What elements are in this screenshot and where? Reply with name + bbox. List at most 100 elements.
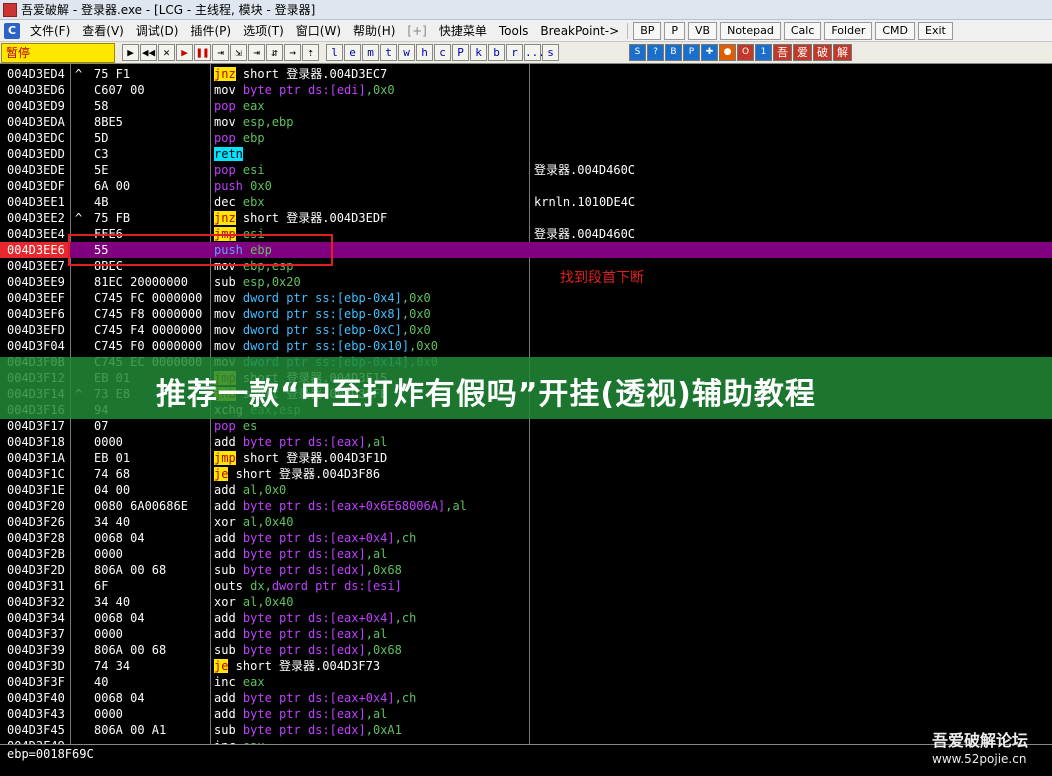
goto-button[interactable]: ⇡ (302, 44, 319, 61)
disasm-row[interactable]: 004D3EEF C745 FC 0000000 mov dword ptr ss:… (0, 290, 1052, 306)
disasm-row[interactable]: 004D3F20 0080 6A00686E add byte ptr ds:[ea… (0, 498, 1052, 514)
asm-cell: mov byte ptr ds:[edi],0x0 (214, 82, 528, 98)
quick-button[interactable]: CMD (875, 21, 916, 40)
plugin-icon[interactable]: ● (719, 44, 736, 61)
quick-button[interactable]: P (664, 21, 686, 40)
trace-into-button[interactable]: ⇥ (248, 44, 265, 61)
pause-button[interactable]: ❚❚ (194, 44, 211, 61)
disasm-row[interactable]: 004D3F40 0068 04 add byte ptr ds:[eax+0x4]… (0, 690, 1052, 706)
menu-plus[interactable]: [+] (401, 24, 432, 38)
plugin-icon[interactable]: O (737, 44, 754, 61)
disasm-row[interactable]: 004D3ED4 ^ 75 F1 jnz short 登录器.004D3EC7 (0, 66, 1052, 82)
menu-extra[interactable]: BreakPoint-> (534, 24, 625, 38)
address-cell: 004D3F20 (7, 499, 65, 513)
menu-item[interactable]: 帮助(H) (347, 22, 401, 39)
step-into-button[interactable]: ⇥ (212, 44, 229, 61)
disasm-row[interactable]: 004D3F2D 806A 00 68 sub byte ptr ds:[edx],… (0, 562, 1052, 578)
asm-cell: xor al,0x40 (214, 594, 528, 610)
disasm-row[interactable]: 004D3EDE 5E pop esi 登录器.004D460C (0, 162, 1052, 178)
disasm-row[interactable]: 004D3F26 34 40 xor al,0x40 (0, 514, 1052, 530)
view-button[interactable]: r (506, 44, 523, 61)
disasm-row[interactable]: 004D3F37 0000 add byte ptr ds:[eax],al (0, 626, 1052, 642)
view-button[interactable]: P (452, 44, 469, 61)
view-button[interactable]: t (380, 44, 397, 61)
menu-item[interactable]: 调试(D) (130, 22, 185, 39)
view-button[interactable]: k (470, 44, 487, 61)
disasm-row[interactable]: 004D3EDC 5D pop ebp (0, 130, 1052, 146)
view-button[interactable]: s (542, 44, 559, 61)
quick-button[interactable]: BP (633, 21, 662, 40)
disasm-row[interactable]: 004D3EE1 4B dec ebx krnln.1010DE4C (0, 194, 1052, 210)
asm-token: byte ptr (242, 499, 308, 513)
disasm-row[interactable]: 004D3ED9 58 pop eax (0, 98, 1052, 114)
address-cell: 004D3EE9 (7, 275, 65, 289)
disasm-row[interactable]: 004D3F2B 0000 add byte ptr ds:[eax],al (0, 546, 1052, 562)
disasm-row[interactable]: 004D3F1A EB 01 jmp short 登录器.004D3F1D (0, 450, 1052, 466)
address-cell: 004D3F37 (7, 627, 65, 641)
view-button[interactable]: ... (524, 44, 545, 61)
quick-button[interactable]: Exit (918, 21, 953, 40)
disasm-row[interactable]: 004D3F1C 74 68 je short 登录器.004D3F86 (0, 466, 1052, 482)
menu-item[interactable]: 查看(V) (76, 22, 130, 39)
disasm-row[interactable]: 004D3F43 0000 add byte ptr ds:[eax],al (0, 706, 1052, 722)
menu-item[interactable]: 插件(P) (184, 22, 237, 39)
execute-till-return-button[interactable]: → (284, 44, 301, 61)
plugin-icon[interactable]: S (629, 44, 646, 61)
disasm-row[interactable]: 004D3F34 0068 04 add byte ptr ds:[eax+0x4]… (0, 610, 1052, 626)
disasm-row[interactable]: 004D3F04 C745 F0 0000000 mov dword ptr ss:… (0, 338, 1052, 354)
disasm-row[interactable]: 004D3F39 806A 00 68 sub byte ptr ds:[edx],… (0, 642, 1052, 658)
disasm-row[interactable]: 004D3EFD C745 F4 0000000 mov dword ptr ss:… (0, 322, 1052, 338)
view-button[interactable]: e (344, 44, 361, 61)
asm-cell: retn (214, 146, 528, 162)
quick-button[interactable]: Calc (783, 21, 822, 40)
plugin-icon[interactable]: ? (647, 44, 664, 61)
play-button[interactable]: ▶ (176, 44, 193, 61)
menu-item[interactable]: 选项(T) (237, 22, 290, 39)
disasm-row[interactable]: 004D3EDD C3 retn (0, 146, 1052, 162)
view-button[interactable]: c (434, 44, 451, 61)
view-button[interactable]: h (416, 44, 433, 61)
view-button[interactable]: b (488, 44, 505, 61)
plugin-icon[interactable]: 1 (755, 44, 772, 61)
plugin-icon[interactable]: 解 (833, 44, 852, 61)
disasm-row[interactable]: 004D3EE2 ^ 75 FB jnz short 登录器.004D3EDF (0, 210, 1052, 226)
disasm-row[interactable]: 004D3F32 34 40 xor al,0x40 (0, 594, 1052, 610)
disasm-row[interactable]: 004D3F3D 74 34 je short 登录器.004D3F73 (0, 658, 1052, 674)
view-button[interactable]: m (362, 44, 379, 61)
trace-over-button[interactable]: ⇵ (266, 44, 283, 61)
quick-button[interactable]: VB (688, 21, 718, 40)
menu-extra[interactable]: 快捷菜单 (433, 22, 493, 39)
plugin-icon[interactable]: 爱 (793, 44, 812, 61)
plugin-icon[interactable]: P (683, 44, 700, 61)
disasm-row[interactable]: 004D3F45 806A 00 A1 sub byte ptr ds:[edx],… (0, 722, 1052, 738)
asm-cell: add byte ptr ds:[eax],al (214, 546, 528, 562)
disasm-row[interactable]: 004D3EDF 6A 00 push 0x0 (0, 178, 1052, 194)
menu-extra[interactable]: Tools (493, 24, 535, 38)
plugin-icon[interactable]: ✚ (701, 44, 718, 61)
disasm-row[interactable]: 004D3EDA 8BE5 mov esp,ebp (0, 114, 1052, 130)
disasm-row[interactable]: 004D3F17 07 pop es (0, 418, 1052, 434)
asm-token: byte ptr (242, 435, 308, 449)
disasm-row[interactable]: 004D3F3F 40 inc eax (0, 674, 1052, 690)
disasm-row[interactable]: 004D3F31 6F outs dx,dword ptr ds:[esi] (0, 578, 1052, 594)
menu-item[interactable]: 窗口(W) (290, 22, 347, 39)
disasm-row[interactable]: 004D3EF6 C745 F8 0000000 mov dword ptr ss:… (0, 306, 1052, 322)
quick-button[interactable]: Folder (824, 21, 873, 40)
quick-button[interactable]: Notepad (720, 21, 781, 40)
run-button[interactable]: ▶ (122, 44, 139, 61)
view-button[interactable]: w (398, 44, 415, 61)
asm-token: ,0x0 (401, 291, 431, 305)
disasm-row[interactable]: 004D3ED6 C607 00 mov byte ptr ds:[edi],0x0 (0, 82, 1052, 98)
disasm-row[interactable]: 004D3EE9 81EC 20000000 sub esp,0x20 (0, 274, 1052, 290)
plugin-icon[interactable]: B (665, 44, 682, 61)
plugin-icon[interactable]: 破 (813, 44, 832, 61)
close-button[interactable]: ✕ (158, 44, 175, 61)
disasm-row[interactable]: 004D3F28 0068 04 add byte ptr ds:[eax+0x4]… (0, 530, 1052, 546)
disasm-row[interactable]: 004D3F1E 04 00 add al,0x0 (0, 482, 1052, 498)
disasm-row[interactable]: 004D3F18 0000 add byte ptr ds:[eax],al (0, 434, 1052, 450)
plugin-icon[interactable]: 吾 (773, 44, 792, 61)
step-over-button[interactable]: ⇲ (230, 44, 247, 61)
view-button[interactable]: l (326, 44, 343, 61)
step-back-button[interactable]: ◀◀ (140, 44, 157, 61)
menu-item[interactable]: 文件(F) (24, 22, 76, 39)
